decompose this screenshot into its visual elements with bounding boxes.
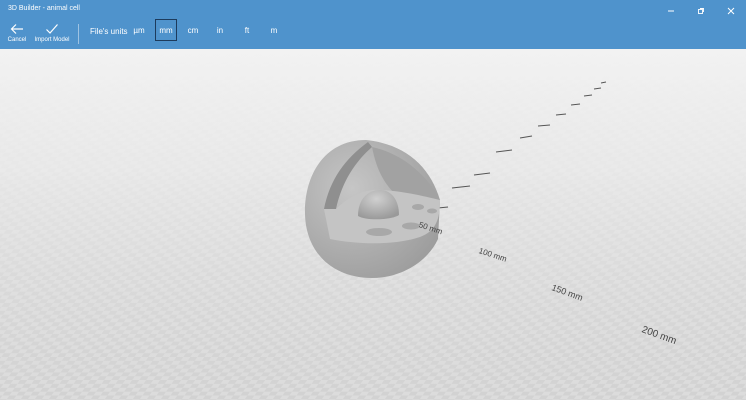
scene-canvas — [0, 49, 746, 400]
3d-viewport[interactable]: 50 mm 100 mm 150 mm 200 mm — [0, 49, 746, 400]
unit-meter-button[interactable]: m — [263, 19, 285, 41]
window-controls — [656, 0, 746, 22]
cancel-label: Cancel — [7, 37, 27, 43]
toolbar-divider — [78, 24, 79, 44]
back-arrow-icon — [10, 22, 24, 36]
unit-centimeter-button[interactable]: cm — [182, 19, 204, 41]
organelle-3 — [412, 204, 424, 210]
restore-icon — [698, 8, 704, 14]
import-model-label: Import Model — [34, 37, 70, 43]
cancel-button[interactable]: Cancel — [4, 22, 30, 47]
minimize-icon — [668, 10, 674, 12]
import-model-button[interactable]: Import Model — [33, 22, 71, 47]
unit-micrometer-button[interactable]: µm — [128, 19, 150, 41]
organelle-1 — [366, 228, 392, 236]
checkmark-icon — [45, 22, 59, 36]
organelle-4 — [427, 208, 437, 214]
maximize-button[interactable] — [686, 0, 716, 22]
unit-inch-button[interactable]: in — [209, 19, 231, 41]
file-units-label: File's units — [90, 27, 128, 36]
minimize-button[interactable] — [656, 0, 686, 22]
close-button[interactable] — [716, 0, 746, 22]
window-title: 3D Builder - animal cell — [8, 5, 80, 12]
unit-foot-button[interactable]: ft — [236, 19, 258, 41]
close-icon — [727, 7, 735, 15]
app-header: 3D Builder - animal cell Cancel Import M… — [0, 0, 746, 49]
unit-millimeter-button[interactable]: mm — [155, 19, 177, 41]
